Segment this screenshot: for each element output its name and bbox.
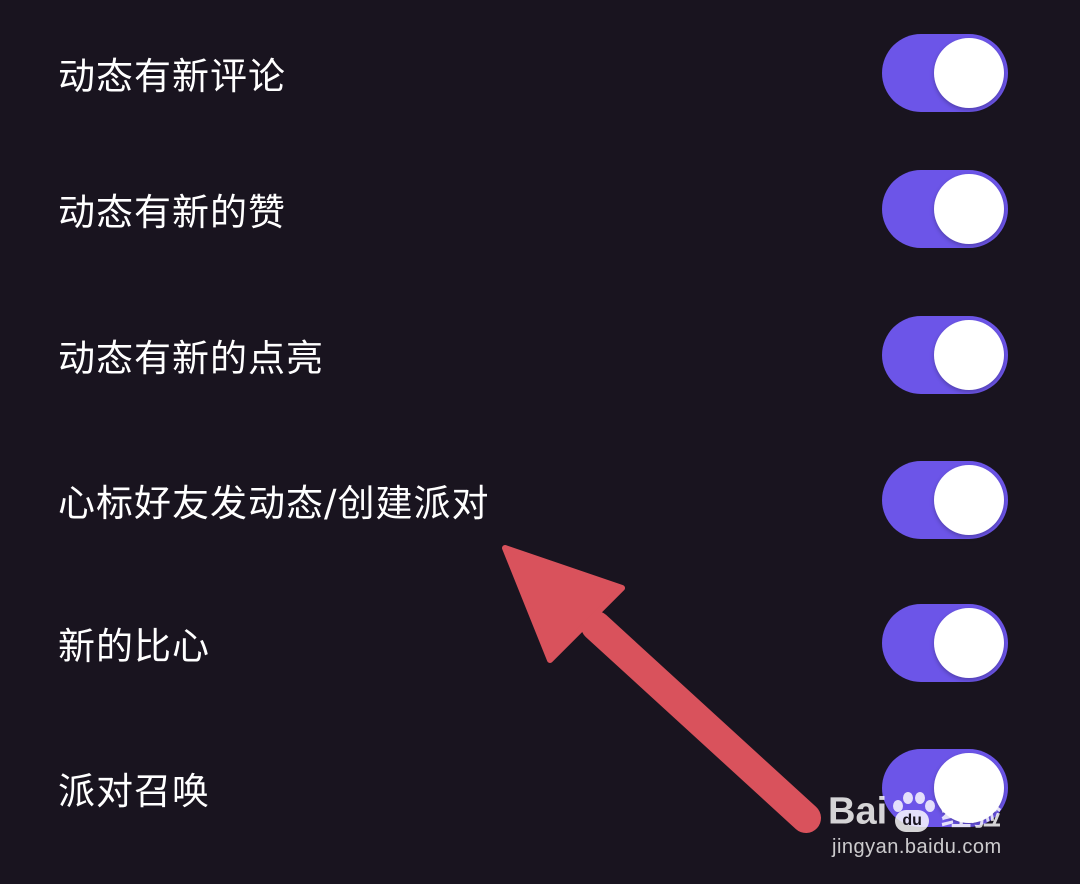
setting-label: 动态有新的赞 bbox=[58, 191, 286, 234]
toggle-knob bbox=[934, 174, 1004, 244]
toggle-switch[interactable] bbox=[882, 604, 1008, 682]
toggle-switch[interactable] bbox=[882, 461, 1008, 539]
toggle-switch[interactable] bbox=[882, 316, 1008, 394]
toggle-knob bbox=[934, 38, 1004, 108]
toggle-switch[interactable] bbox=[882, 749, 1008, 827]
setting-row-dynamic-new-light: 动态有新的点亮 bbox=[0, 282, 1080, 428]
setting-row-party-summon: 派对召唤 bbox=[0, 715, 1080, 861]
setting-row-dynamic-new-comment: 动态有新评论 bbox=[0, 0, 1080, 146]
toggle-knob bbox=[934, 320, 1004, 390]
setting-label: 动态有新的点亮 bbox=[58, 337, 324, 380]
toggle-switch[interactable] bbox=[882, 170, 1008, 248]
setting-label: 派对召唤 bbox=[58, 770, 210, 813]
toggle-knob bbox=[934, 608, 1004, 678]
toggle-knob bbox=[934, 753, 1004, 823]
setting-label: 新的比心 bbox=[58, 625, 210, 668]
setting-row-new-heart: 新的比心 bbox=[0, 570, 1080, 716]
toggle-knob bbox=[934, 465, 1004, 535]
toggle-switch[interactable] bbox=[882, 34, 1008, 112]
setting-label: 动态有新评论 bbox=[58, 55, 286, 98]
setting-label: 心标好友发动态/创建派对 bbox=[58, 482, 490, 525]
notification-settings-screen: 动态有新评论 动态有新的赞 动态有新的点亮 心标好友发动态/创建派对 新的比心 … bbox=[0, 0, 1080, 884]
setting-row-favorite-friend-post: 心标好友发动态/创建派对 bbox=[0, 427, 1080, 573]
setting-row-dynamic-new-like: 动态有新的赞 bbox=[0, 136, 1080, 282]
